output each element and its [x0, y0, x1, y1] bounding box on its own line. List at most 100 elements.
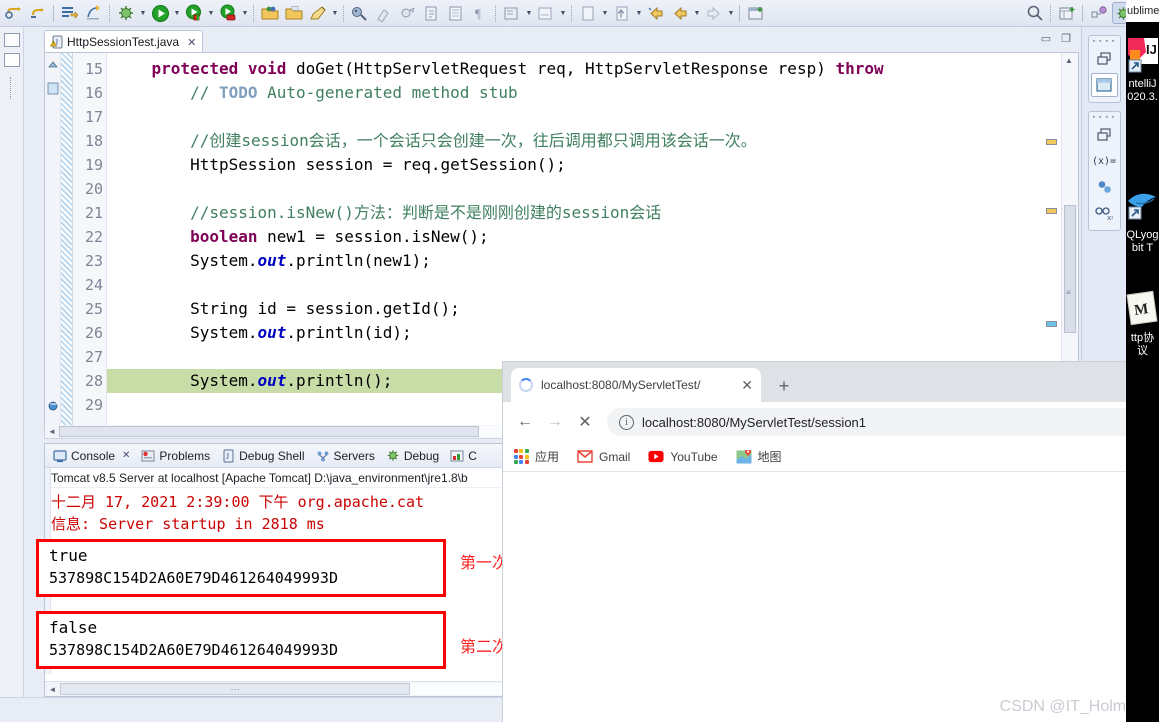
address-bar[interactable]: i localhost:8080/MyServletTest/session1: [607, 408, 1151, 436]
bookmark-地图[interactable]: 地图: [736, 448, 782, 465]
run-last-tool-icon[interactable]: [59, 2, 81, 24]
desktop-icon-intellij[interactable]: IJ ntelliJ 020.3.: [1126, 34, 1159, 104]
clean-brush-icon[interactable]: [373, 2, 395, 24]
scroll-left-arrow-icon[interactable]: ◄: [45, 685, 60, 694]
editor-tab-httpsessiontest[interactable]: J ! HttpSessionTest.java ✕: [44, 30, 204, 53]
chevron-down-icon[interactable]: ▼: [634, 3, 644, 23]
scroll-left-arrow-icon[interactable]: ◄: [45, 427, 59, 436]
new-window-icon[interactable]: [745, 2, 767, 24]
package-explorer-icon[interactable]: [3, 53, 20, 67]
left-fast-view-bar[interactable]: [0, 27, 24, 697]
debug-server-icon[interactable]: [217, 2, 239, 24]
page-info-icon[interactable]: i: [619, 414, 634, 430]
edit-pencil-icon[interactable]: [307, 2, 329, 24]
console-tab-debug[interactable]: Debug: [382, 445, 446, 467]
new-tab-button[interactable]: +: [771, 373, 797, 399]
console-tab-debug-shell[interactable]: J Debug Shell: [217, 445, 311, 467]
code-line[interactable]: [107, 177, 1078, 201]
code-line[interactable]: //创建session会话，一个会话只会创建一次，往后调用都只调用该会话一次。: [107, 129, 1078, 153]
debug-bug-icon[interactable]: [115, 2, 137, 24]
forward-button[interactable]: →: [541, 408, 569, 436]
prev-arrow-icon[interactable]: [669, 2, 691, 24]
scrollbar-thumb[interactable]: ⋯: [60, 683, 410, 695]
search-magnifier-icon[interactable]: [1024, 2, 1046, 24]
new-xml-icon[interactable]: [421, 2, 443, 24]
java-ee-perspective-icon[interactable]: [1088, 2, 1110, 24]
chevron-down-icon[interactable]: ▼: [692, 3, 702, 23]
back-arrow-icon[interactable]: [645, 2, 667, 24]
taskbar-window-label[interactable]: ublime: [1126, 0, 1159, 22]
chevron-down-icon[interactable]: ▼: [138, 3, 148, 23]
restore-view-icon[interactable]: [3, 33, 20, 47]
back-button[interactable]: ←: [511, 408, 539, 436]
variables-view-icon[interactable]: (x)=: [1091, 149, 1118, 173]
code-line[interactable]: // TODO Auto-generated method stub: [107, 81, 1078, 105]
desktop-icon-qlyoga[interactable]: QLyog bit T: [1126, 185, 1159, 255]
code-line[interactable]: System.out.println(new1);: [107, 249, 1078, 273]
outline-view-icon[interactable]: [1090, 73, 1118, 97]
console-tab-console[interactable]: Console ✕: [49, 445, 137, 467]
code-line[interactable]: //session.isNew()方法：判断是不是刚刚创建的session会话: [107, 201, 1078, 225]
restore-view-icon[interactable]: [1091, 123, 1118, 147]
browser-tab[interactable]: localhost:8080/MyServletTest/ ✕: [511, 368, 761, 402]
console-tab-servers[interactable]: Servers: [312, 445, 382, 467]
code-line[interactable]: boolean new1 = session.isNew();: [107, 225, 1078, 249]
close-icon[interactable]: ✕: [122, 450, 130, 461]
open-perspective-icon[interactable]: [1056, 2, 1078, 24]
editor-overview-marker[interactable]: [1046, 321, 1057, 327]
chevron-down-icon[interactable]: ▼: [172, 3, 182, 23]
next-arrow-icon[interactable]: [703, 2, 725, 24]
open-package-icon[interactable]: [259, 2, 281, 24]
close-icon[interactable]: ✕: [187, 36, 196, 49]
chevron-down-icon[interactable]: ▼: [600, 3, 610, 23]
task-list-icon[interactable]: [445, 2, 467, 24]
code-line[interactable]: String id = session.getId();: [107, 297, 1078, 321]
code-line[interactable]: [107, 105, 1078, 129]
bookmark-应用[interactable]: 应用: [513, 448, 559, 465]
chevron-down-icon[interactable]: ▼: [240, 3, 250, 23]
restore-view-icon[interactable]: [1091, 47, 1118, 71]
code-folding-gutter[interactable]: [61, 53, 73, 433]
run-play-icon[interactable]: [149, 2, 171, 24]
chevron-down-icon[interactable]: ▼: [558, 3, 568, 23]
expressions-view-icon[interactable]: x=: [1091, 201, 1118, 225]
bookmark-Gmail[interactable]: Gmail: [577, 449, 630, 465]
tags2-icon[interactable]: [535, 2, 557, 24]
undo-arrow-icon[interactable]: [3, 2, 25, 24]
external-tools-icon[interactable]: [397, 2, 419, 24]
editor-marker-gutter[interactable]: [45, 53, 61, 433]
chevron-down-icon[interactable]: ▼: [206, 3, 216, 23]
redo-arrow-icon[interactable]: [27, 2, 49, 24]
code-line[interactable]: protected void doGet(HttpServletRequest …: [107, 57, 1078, 81]
open-type-icon[interactable]: [283, 2, 305, 24]
skip-breakpoints-icon[interactable]: [83, 2, 105, 24]
view-grip[interactable]: ▪ ▪ ▪ ▪: [1089, 114, 1120, 121]
bookmark-YouTube[interactable]: YouTube: [648, 449, 718, 465]
close-icon[interactable]: ✕: [741, 377, 753, 394]
scrollbar-thumb[interactable]: [1064, 205, 1076, 333]
breakpoints-view-icon[interactable]: [1091, 175, 1118, 199]
browser-viewport[interactable]: [503, 472, 1159, 692]
view-grip[interactable]: ▪ ▪ ▪ ▪: [1089, 38, 1120, 45]
chevron-down-icon[interactable]: ▼: [330, 3, 340, 23]
desktop-icon-md-file[interactable]: M ttp协议: [1126, 290, 1159, 358]
scroll-up-arrow-icon[interactable]: ▲: [1065, 56, 1073, 65]
console-tab-c[interactable]: C: [446, 445, 484, 467]
editor-overview-marker[interactable]: [1046, 139, 1057, 145]
minimize-button[interactable]: ▭: [1041, 34, 1051, 45]
stop-button[interactable]: ✕: [571, 408, 599, 436]
code-line[interactable]: [107, 273, 1078, 297]
chevron-down-icon[interactable]: ▼: [726, 3, 736, 23]
chevron-down-icon[interactable]: ▼: [524, 3, 534, 23]
console-tab-problems[interactable]: Problems: [137, 445, 217, 467]
download-arrow-icon[interactable]: [577, 2, 599, 24]
search-bird-icon[interactable]: [349, 2, 371, 24]
code-line[interactable]: System.out.println(id);: [107, 321, 1078, 345]
run-as-server-icon[interactable]: [183, 2, 205, 24]
editor-overview-marker[interactable]: [1046, 208, 1057, 214]
scrollbar-thumb[interactable]: [59, 426, 479, 437]
upload-arrow-icon[interactable]: [611, 2, 633, 24]
tags-icon[interactable]: [501, 2, 523, 24]
maximize-button[interactable]: ❐: [1061, 34, 1071, 45]
code-line[interactable]: HttpSession session = req.getSession();: [107, 153, 1078, 177]
